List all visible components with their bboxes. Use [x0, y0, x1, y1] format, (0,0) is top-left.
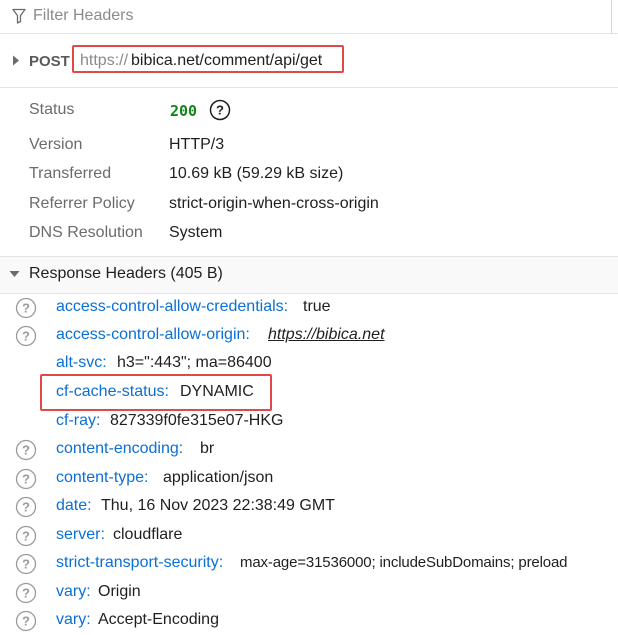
svg-text:?: ? [22, 529, 30, 544]
header-value: application/json [163, 469, 274, 486]
header-name: content-type: [56, 469, 149, 486]
header-value: true [303, 298, 331, 315]
status-label: Status [29, 101, 75, 118]
header-value: cloudflare [113, 526, 183, 543]
header-row[interactable]: ? access-control-allow-origin: https://b… [0, 322, 618, 350]
status-code: 200 [170, 102, 198, 120]
header-name: content-encoding: [56, 440, 184, 457]
header-row[interactable]: ? strict-transport-security: max-age=315… [0, 550, 618, 578]
header-name: server: [56, 526, 105, 543]
header-name: alt-svc: [56, 354, 107, 371]
help-circle-icon[interactable]: ? [209, 99, 231, 121]
version-label: Version [29, 136, 83, 153]
header-row[interactable]: ? vary: Origin [0, 579, 618, 607]
header-value: max-age=31536000; includeSubDomains; pre… [240, 554, 568, 571]
help-circle-icon[interactable]: ? [15, 525, 37, 547]
funnel-icon [12, 8, 26, 24]
request-method: POST [29, 53, 70, 70]
svg-text:?: ? [22, 329, 30, 344]
dns-resolution-value: System [169, 224, 223, 241]
header-name: strict-transport-security: [56, 554, 224, 571]
version-value: HTTP/3 [169, 136, 225, 153]
transferred-label: Transferred [29, 165, 112, 182]
cf-cache-status-highlight-box [40, 374, 272, 411]
request-summary-line[interactable]: POST https:// bibica.net/comment/api/get [0, 45, 618, 78]
header-value: h3=":443"; ma=86400 [117, 354, 272, 371]
status-row: Status 200 ? [0, 99, 618, 125]
header-value: br [200, 440, 215, 457]
header-name: access-control-allow-origin: [56, 326, 250, 343]
dns-resolution-label: DNS Resolution [29, 224, 143, 241]
svg-text:?: ? [22, 586, 30, 601]
filter-headers-input[interactable]: Filter Headers [33, 7, 133, 25]
svg-text:?: ? [22, 500, 30, 515]
svg-text:?: ? [22, 614, 30, 629]
referrer-policy-row: Referrer Policy strict-origin-when-cross… [0, 193, 618, 219]
header-name: vary: [56, 583, 91, 600]
request-url: bibica.net/comment/api/get [131, 52, 323, 69]
response-headers-section-toggle[interactable]: Response Headers (405 B) [0, 256, 618, 294]
caret-right-icon[interactable] [12, 55, 20, 66]
help-circle-icon[interactable]: ? [15, 582, 37, 604]
help-circle-icon[interactable]: ? [15, 610, 37, 632]
svg-text:?: ? [22, 472, 30, 487]
svg-text:?: ? [216, 103, 224, 118]
version-row: Version HTTP/3 [0, 134, 618, 160]
referrer-policy-label: Referrer Policy [29, 195, 135, 212]
header-row[interactable]: ? content-type: application/json [0, 465, 618, 493]
referrer-policy-value: strict-origin-when-cross-origin [169, 195, 379, 212]
header-value-link[interactable]: https://bibica.net [268, 326, 385, 344]
dns-resolution-row: DNS Resolution System [0, 222, 618, 248]
transferred-value: 10.69 kB (59.29 kB size) [169, 165, 344, 182]
svg-text:?: ? [22, 443, 30, 458]
header-value: Origin [98, 583, 141, 600]
header-row[interactable]: ? vary: Accept-Encoding [0, 607, 618, 635]
header-name: date: [56, 497, 92, 514]
svg-text:?: ? [22, 557, 30, 572]
help-circle-icon[interactable]: ? [15, 468, 37, 490]
help-circle-icon[interactable]: ? [15, 439, 37, 461]
help-circle-icon[interactable]: ? [15, 325, 37, 347]
transferred-row: Transferred 10.69 kB (59.29 kB size) [0, 163, 618, 189]
header-value: Accept-Encoding [98, 611, 219, 628]
response-headers-title: Response Headers (405 B) [29, 265, 223, 282]
divider [611, 0, 612, 34]
help-circle-icon[interactable]: ? [15, 553, 37, 575]
header-name: cf-ray: [56, 412, 101, 429]
header-row[interactable]: cf-ray: 827339f0fe315e07-HKG [0, 408, 618, 436]
help-circle-icon[interactable]: ? [15, 496, 37, 518]
filter-headers-bar[interactable]: Filter Headers [0, 0, 618, 34]
header-value: 827339f0fe315e07-HKG [110, 412, 284, 429]
caret-down-icon[interactable] [9, 270, 20, 278]
header-value: Thu, 16 Nov 2023 22:38:49 GMT [101, 497, 335, 514]
header-row[interactable]: ? server: cloudflare [0, 522, 618, 550]
help-circle-icon[interactable]: ? [15, 297, 37, 319]
header-name: vary: [56, 611, 91, 628]
header-name: access-control-allow-credentials: [56, 298, 289, 315]
request-url-scheme: https:// [80, 52, 129, 69]
divider [0, 87, 618, 88]
header-row[interactable]: ? content-encoding: br [0, 436, 618, 464]
svg-text:?: ? [22, 301, 30, 316]
header-row[interactable]: ? access-control-allow-credentials: true [0, 294, 618, 322]
header-row[interactable]: ? date: Thu, 16 Nov 2023 22:38:49 GMT [0, 493, 618, 521]
